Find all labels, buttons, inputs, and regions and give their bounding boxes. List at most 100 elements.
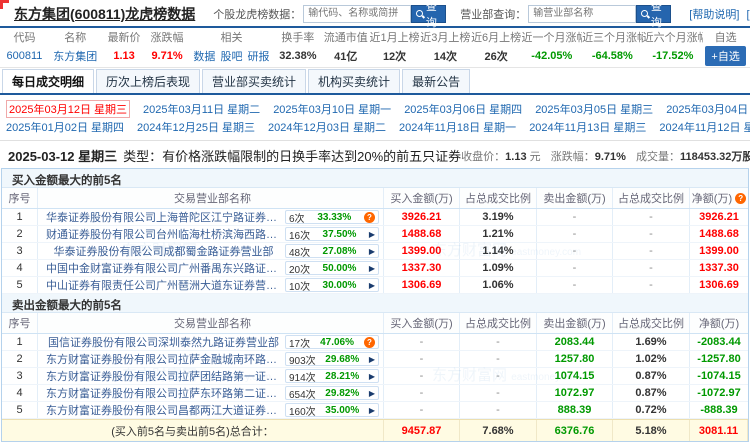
listed-1m: 12次 <box>369 48 420 64</box>
listed-6m: 26次 <box>471 48 522 64</box>
stock-code-link[interactable]: 600811 <box>7 50 43 62</box>
net-amount: 1399.00 <box>690 243 748 259</box>
branch-stat-badge[interactable]: 914次28.21%▶ <box>285 369 379 383</box>
date-link[interactable]: 2025年03月06日 星期四 <box>404 101 522 117</box>
total-sell-ratio: 5.18% <box>613 420 690 441</box>
col-header: 近6月上榜 <box>471 29 522 45</box>
date-link[interactable]: 2024年11月18日 星期一 <box>399 119 516 135</box>
branch-stat-badge[interactable]: 654次29.82%▶ <box>285 386 379 400</box>
branch-link[interactable]: 东方财富证券股份有限公司拉萨金融城南环路证券营业部 <box>46 351 281 367</box>
branch-link[interactable]: 财通证券股份有限公司台州临海杜桥滨海西路证券营业部 <box>46 226 281 242</box>
branch-stat-badge[interactable]: 6次33.33%? <box>285 210 379 224</box>
buy-amount: 1488.68 <box>384 226 460 242</box>
col-header: 名称 <box>47 29 104 45</box>
date-link[interactable]: 2024年11月13日 星期三 <box>529 119 646 135</box>
report-link[interactable]: 研报 <box>248 51 270 63</box>
buy-table-row: 3 华泰证券股份有限公司成都蜀金路证券营业部 48次27.08%▶ 1399.0… <box>2 243 748 260</box>
sell-ratio: - <box>613 260 690 276</box>
sell-amount: 2083.44 <box>537 334 613 350</box>
col-header: 最新价 <box>104 29 145 45</box>
branch-search-button[interactable]: 查询 <box>636 5 671 23</box>
col-header: 交易营业部名称 <box>38 313 384 333</box>
sell-amount: 1072.97 <box>537 385 613 401</box>
tab-announcements[interactable]: 最新公告 <box>402 69 470 93</box>
feedback-link[interactable]: [意见反馈] <box>746 9 750 21</box>
close-price: 1.13 <box>505 151 526 163</box>
help-icon[interactable]: ? <box>735 193 746 204</box>
col-header: 序号 <box>2 313 38 333</box>
expand-arrow-icon: ▶ <box>369 372 375 381</box>
tab-institution-stats[interactable]: 机构买卖统计 <box>308 69 400 93</box>
date-link[interactable]: 2024年12月25日 星期三 <box>137 119 255 135</box>
buy-amount: - <box>384 334 460 350</box>
branch-stat-badge[interactable]: 160次35.00%▶ <box>285 403 379 417</box>
net-amount: -2083.44 <box>690 334 748 350</box>
tab-daily-detail[interactable]: 每日成交明细 <box>2 69 94 93</box>
sell-ratio: - <box>613 209 690 225</box>
branch-link[interactable]: 东方财富证券股份有限公司拉萨团结路第一证券营业部 <box>46 368 281 384</box>
branch-link[interactable]: 东方财富证券股份有限公司昌都两江大道证券营业部 <box>46 402 281 418</box>
date-link[interactable]: 2025年03月11日 星期二 <box>143 101 260 117</box>
branch-link[interactable]: 中山证券有限责任公司广州琶洲大道东证券营业部 <box>46 277 281 293</box>
sell-ratio: 0.87% <box>613 368 690 384</box>
guba-link[interactable]: 股吧 <box>220 51 242 63</box>
stock-name-link[interactable]: 东方集团 <box>53 51 97 63</box>
col-header: 占总成交比例 <box>460 313 537 333</box>
buy-ratio: - <box>460 385 537 401</box>
sell-table-row: 1 国信证券股份有限公司深圳泰然九路证券营业部 17次47.06%? - - 2… <box>2 334 748 351</box>
branch-link[interactable]: 国信证券股份有限公司深圳泰然九路证券营业部 <box>46 334 281 350</box>
date-link[interactable]: 2025年01月02日 星期四 <box>6 119 124 135</box>
detail-heading: 2025-03-12 星期三 类型：有价格涨跌幅限制的日换手率达到20%的前五只… <box>0 141 750 168</box>
col-header: 占总成交比例 <box>460 188 537 208</box>
sell-amount: - <box>537 243 613 259</box>
branch-stat-badge[interactable]: 20次50.00%▶ <box>285 261 379 275</box>
date-link-active[interactable]: 2025年03月12日 星期三 <box>6 100 130 118</box>
branch-link[interactable]: 华泰证券股份有限公司上海普陀区江宁路证券营业部 <box>46 209 281 225</box>
col-header: 卖出金额(万) <box>537 188 613 208</box>
branch-search-input[interactable] <box>528 5 636 23</box>
hot-icon: ? <box>364 337 375 348</box>
sell-ratio: 1.02% <box>613 351 690 367</box>
date-link[interactable]: 2024年11月12日 星期二 <box>659 119 750 135</box>
net-amount: -1072.97 <box>690 385 748 401</box>
buy-ratio: 1.21% <box>460 226 537 242</box>
branch-stat-badge[interactable]: 17次47.06%? <box>285 335 379 349</box>
branch-link[interactable]: 华泰证券股份有限公司成都蜀金路证券营业部 <box>46 243 281 259</box>
sell-table-row: 4 东方财富证券股份有限公司拉萨东环路第二证券营业部 654次29.82%▶ -… <box>2 385 748 402</box>
date-link[interactable]: 2025年03月05日 星期三 <box>535 101 653 117</box>
buy-section-title: 买入金额最大的前5名 <box>2 169 748 188</box>
date-link[interactable]: 2024年12月03日 星期二 <box>268 119 386 135</box>
sell-table-row: 2 东方财富证券股份有限公司拉萨金融城南环路证券营业部 903次29.68%▶ … <box>2 351 748 368</box>
stock-search-input[interactable] <box>303 5 411 23</box>
add-favorite-button[interactable]: +自选 <box>705 46 745 66</box>
col-header: 净额(万) ? <box>690 188 748 208</box>
col-header: 代码 <box>2 29 47 45</box>
buy-ratio: 3.19% <box>460 209 537 225</box>
branch-link[interactable]: 东方财富证券股份有限公司拉萨东环路第二证券营业部 <box>46 385 281 401</box>
branch-stat-badge[interactable]: 903次29.68%▶ <box>285 352 379 366</box>
branch-stat-badge[interactable]: 48次27.08%▶ <box>285 244 379 258</box>
col-header: 近六个月涨幅 <box>643 29 704 45</box>
tab-past-performance[interactable]: 历次上榜后表现 <box>96 69 200 93</box>
help-link[interactable]: [帮助说明] <box>689 9 739 21</box>
date-link[interactable]: 2025年03月10日 星期一 <box>273 101 391 117</box>
branch-stat-badge[interactable]: 10次30.00%▶ <box>285 278 379 292</box>
stock-search-button[interactable]: 查询 <box>411 5 446 23</box>
change-6m: -17.52% <box>643 50 704 62</box>
expand-arrow-icon: ▶ <box>369 406 375 415</box>
branch-stat-badge[interactable]: 16次37.50%▶ <box>285 227 379 241</box>
buy-table-header: 序号 交易营业部名称 买入金额(万) 占总成交比例 卖出金额(万) 占总成交比例… <box>2 188 748 209</box>
col-header: 序号 <box>2 188 38 208</box>
tab-branch-stats[interactable]: 营业部买卖统计 <box>202 69 306 93</box>
listed-3m: 14次 <box>420 48 471 64</box>
buy-amount: - <box>384 402 460 418</box>
latest-price: 1.13 <box>104 50 145 62</box>
net-amount: 1306.69 <box>690 277 748 293</box>
search-icon <box>641 10 646 18</box>
date-link[interactable]: 2025年03月04日 星期二 <box>666 101 750 117</box>
total-buy-ratio: 7.68% <box>460 420 537 441</box>
branch-link[interactable]: 中国中金财富证券有限公司广州番禺东兴路证券营业部 <box>46 260 281 276</box>
sell-amount: - <box>537 209 613 225</box>
data-link[interactable]: 数据 <box>193 51 215 63</box>
volume: 118453.32万股 <box>680 151 750 163</box>
